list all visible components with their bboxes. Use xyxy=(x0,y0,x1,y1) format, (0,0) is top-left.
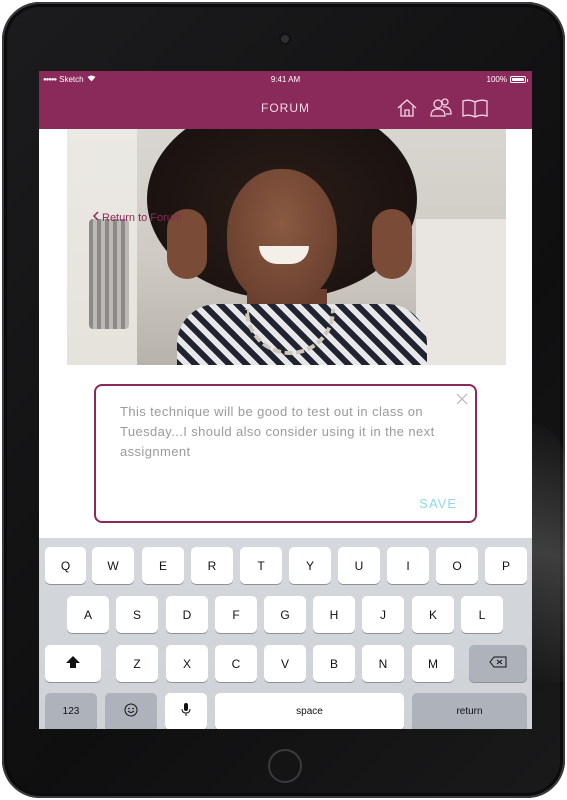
key-o[interactable]: O xyxy=(436,547,478,584)
save-button[interactable]: SAVE xyxy=(419,496,457,511)
home-hardware-button[interactable] xyxy=(268,749,302,783)
backspace-icon xyxy=(489,656,507,671)
key-s[interactable]: S xyxy=(116,596,158,633)
dictation-key[interactable] xyxy=(165,693,207,729)
close-icon[interactable] xyxy=(455,392,469,406)
key-n[interactable]: N xyxy=(362,645,404,682)
shift-key[interactable] xyxy=(45,645,101,682)
key-d[interactable]: D xyxy=(166,596,208,633)
key-l[interactable]: L xyxy=(461,596,503,633)
space-key[interactable]: space xyxy=(215,693,404,729)
status-right: 100% xyxy=(486,75,528,84)
front-camera xyxy=(281,35,289,43)
forum-icon[interactable] xyxy=(429,97,453,124)
key-b[interactable]: B xyxy=(313,645,355,682)
delete-key[interactable] xyxy=(469,645,527,682)
video-person-face xyxy=(227,169,337,304)
key-p[interactable]: P xyxy=(485,547,527,584)
home-icon[interactable] xyxy=(396,97,418,124)
chevron-left-icon xyxy=(92,211,100,224)
key-z[interactable]: Z xyxy=(116,645,158,682)
return-key[interactable]: return xyxy=(412,693,527,729)
battery-label: 100% xyxy=(486,75,507,84)
key-k[interactable]: K xyxy=(412,596,454,633)
tablet-frame: ●●●●● Sketch 9:41 AM 100% FORUM Return t… xyxy=(2,2,565,798)
video-chair xyxy=(416,219,506,365)
return-to-forum-link[interactable]: Return to Forum xyxy=(92,211,182,224)
key-t[interactable]: T xyxy=(240,547,282,584)
key-v[interactable]: V xyxy=(264,645,306,682)
key-i[interactable]: I xyxy=(387,547,429,584)
key-q[interactable]: Q xyxy=(45,547,86,584)
key-h[interactable]: H xyxy=(313,596,355,633)
status-bar: ●●●●● Sketch 9:41 AM 100% xyxy=(39,71,532,89)
key-c[interactable]: C xyxy=(215,645,257,682)
video-person-hand-right xyxy=(372,209,412,279)
onscreen-keyboard: Q W E R T Y U I O P A S D F G H J K L Z … xyxy=(39,538,532,729)
key-j[interactable]: J xyxy=(362,596,404,633)
book-icon[interactable] xyxy=(461,97,489,124)
app-header: FORUM xyxy=(39,89,532,129)
key-w[interactable]: W xyxy=(92,547,134,584)
key-x[interactable]: X xyxy=(166,645,208,682)
key-e[interactable]: E xyxy=(142,547,184,584)
return-key-label: return xyxy=(456,706,483,717)
shift-arrow-icon xyxy=(66,656,80,671)
battery-icon xyxy=(510,76,528,83)
numbers-key[interactable]: 123 xyxy=(45,693,97,729)
emoji-icon xyxy=(124,703,138,720)
key-g[interactable]: G xyxy=(264,596,306,633)
video-player[interactable]: Return to Forum xyxy=(67,129,506,365)
video-lamp xyxy=(89,219,129,329)
key-r[interactable]: R xyxy=(191,547,233,584)
return-label: Return to Forum xyxy=(102,211,183,224)
key-u[interactable]: U xyxy=(338,547,380,584)
microphone-icon xyxy=(181,703,191,720)
note-textarea[interactable]: This technique will be good to test out … xyxy=(120,402,450,462)
space-key-label: space xyxy=(296,706,323,717)
emoji-key[interactable] xyxy=(105,693,157,729)
page-title: FORUM xyxy=(261,101,310,115)
key-m[interactable]: M xyxy=(412,645,454,682)
key-y[interactable]: Y xyxy=(289,547,331,584)
app-screen: ●●●●● Sketch 9:41 AM 100% FORUM Return t… xyxy=(39,71,532,729)
note-card: This technique will be good to test out … xyxy=(94,384,477,523)
numbers-key-label: 123 xyxy=(62,706,80,717)
status-time: 9:41 AM xyxy=(270,75,301,84)
key-a[interactable]: A xyxy=(67,596,109,633)
key-f[interactable]: F xyxy=(215,596,257,633)
